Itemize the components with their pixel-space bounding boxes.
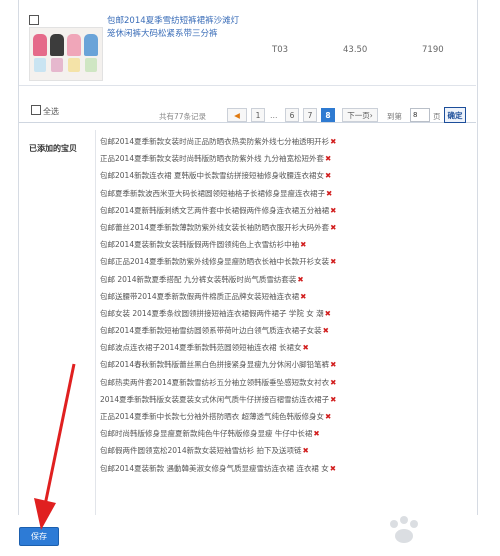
item-title: 包邮2014春秋新款韩版蕾丝黑白色拼接紧身显瘦九分休闲小脚铅笔裤 (100, 360, 330, 370)
list-item: 包邮女装 2014夏季条纹圆领拼接短袖连衣裙假两件裙子 学院 女 潮✖ (100, 305, 472, 322)
red-arrow-icon (34, 363, 76, 530)
remove-x-icon[interactable]: ✖ (330, 378, 336, 387)
pager-row (19, 86, 476, 123)
item-title: 包邮女装 2014夏季条纹圆领拼接短袖连衣裙假两件裙子 学院 女 潮 (100, 308, 324, 318)
page-ellipsis: … (270, 111, 278, 120)
page-8-current[interactable]: 8 (321, 108, 335, 122)
item-title: 包邮2014夏季新款女装时尚正品防晒衣热卖防紫外线七分袖透明开衫 (100, 137, 330, 146)
item-title: 包邮假两件圆领宽松2014新款女装短袖雪纺衫 拍下及送项链 (100, 446, 302, 456)
watermark-paw-icon (390, 516, 418, 543)
list-item: 包邮2014夏装新款 遇動韓美淑女修身气质显瘦雪纺连衣裙 连衣裙 女✖ (100, 460, 472, 477)
remove-x-icon[interactable]: ✖ (325, 171, 331, 180)
page-1-button[interactable]: 1 (251, 108, 265, 122)
item-title: 包邮送腰带2014夏季新款假两件棉质正品牌女装短袖连衣裙 (100, 291, 300, 301)
item-title: 包邮波点连衣裙子2014夏季新款韩范圆领短袖连衣裙 长裙女 (100, 343, 302, 353)
item-title: 包邮2014夏新韩版刺绣文艺两件套中长裙假两件修身连衣裙五分袖裙 (100, 205, 330, 215)
remove-x-icon[interactable]: ✖ (300, 240, 306, 249)
goto-label: 到第 (387, 112, 402, 121)
next-page-button[interactable]: 下一页› (342, 108, 378, 122)
remove-x-icon[interactable]: ✖ (325, 309, 331, 318)
list-item: 2014夏季新款韩版女装夏装女式休闲气质牛仔拼接百褶雪纺连衣裙子✖ (100, 391, 472, 408)
list-item: 正品2014夏季新中长款七分袖外搭防晒衣 超薄透气纯色韩版修身女✖ (100, 408, 472, 425)
remove-x-icon[interactable]: ✖ (302, 343, 308, 352)
next-page-label: 下一页 (347, 111, 370, 120)
total-records: 共有77条记录 (159, 112, 207, 121)
remove-x-icon[interactable]: ✖ (302, 446, 308, 455)
product-title-link[interactable]: 包邮2014夏季雪纺短裤裙裤沙滩灯笼休闲裤大码松紧系带三分裤 (107, 15, 247, 41)
remove-x-icon[interactable]: ✖ (325, 154, 331, 163)
product-thumbnail[interactable] (29, 27, 103, 81)
remove-x-icon[interactable]: ✖ (325, 412, 331, 421)
item-title: 包邮2014新款连衣裙 夏韩版中长款雪纺拼接短袖修身收腰连衣裙女 (100, 171, 324, 181)
item-title: 包邮蕾丝2014夏季新款薄款防紫外线女装长袖防晒衣服开衫大码外套 (100, 222, 330, 232)
remove-x-icon[interactable]: ✖ (326, 189, 332, 198)
list-item: 包邮2014春秋新款韩版蕾丝黑白色拼接紧身显瘦九分休闲小脚铅笔裤✖ (100, 356, 472, 373)
item-title: 包邮2014夏装新款女装韩版假两件圆领纯色上衣雪纺衫中袖 (100, 240, 300, 250)
remove-x-icon[interactable]: ✖ (313, 429, 319, 438)
remove-x-icon[interactable]: ✖ (330, 360, 336, 369)
remove-x-icon[interactable]: ✖ (330, 137, 336, 146)
list-item: 包邮正品2014夏季新款防紫外线修身显瘦防晒衣长袖中长款开衫女装✖ (100, 253, 472, 270)
product-code: T03 (272, 45, 289, 55)
item-title: 包邮夏季新款波西米亚大码长裙圆领短袖格子长裙修身显瘦连衣裙子 (100, 188, 325, 198)
item-title: 正品2014夏季新中长款七分袖外搭防晒衣 超薄透气纯色韩版修身女 (100, 412, 324, 421)
remove-x-icon[interactable]: ✖ (297, 275, 303, 284)
chevron-right-icon: › (369, 111, 373, 120)
remove-x-icon[interactable]: ✖ (330, 206, 336, 215)
list-item: 包邮假两件圆领宽松2014新款女装短袖雪纺衫 拍下及送项链✖ (100, 442, 472, 459)
list-item: 包邮2014夏新韩版刺绣文艺两件套中长裙假两件修身连衣裙五分袖裙✖ (100, 202, 472, 219)
remove-x-icon[interactable]: ✖ (330, 223, 336, 232)
product-checkbox[interactable] (29, 15, 39, 25)
item-title: 正品2014夏季新款女装时尚韩版防晒衣防紫外线 九分袖宽松短外套 (100, 154, 324, 164)
goto-suffix: 页 (433, 112, 441, 121)
list-item: 包邮热卖两件套2014夏新款雪纺衫五分袖立领韩版垂坠感短款女衬衣✖ (100, 374, 472, 391)
prev-page-button[interactable]: ◀ (227, 108, 247, 122)
list-item: 包邮夏季新款波西米亚大码长裙圆领短袖格子长裙修身显瘦连衣裙子✖ (100, 185, 472, 202)
added-items-label: 已添加的宝贝 (29, 144, 77, 153)
list-item: 包邮2014夏装新款女装韩版假两件圆领纯色上衣雪纺衫中袖✖ (100, 236, 472, 253)
list-item: 包邮送腰带2014夏季新款假两件棉质正品牌女装短袖连衣裙✖ (100, 288, 472, 305)
item-title: 包邮正品2014夏季新款防紫外线修身显瘦防晒衣长袖中长款开衫女装 (100, 257, 330, 267)
list-item: 包邮2014夏季新款女装时尚正品防晒衣热卖防紫外线七分袖透明开衫✖ (100, 133, 472, 150)
product-price: 43.50 (343, 45, 368, 55)
remove-x-icon[interactable]: ✖ (323, 326, 329, 335)
added-items-list: 包邮2014夏季新款女装时尚正品防晒衣热卖防紫外线七分袖透明开衫✖ 正品2014… (100, 133, 472, 477)
item-title: 包邮2014夏季新款短袖雪纺圆领系带荷叶边白领气质连衣裙子女装 (100, 326, 322, 336)
page-6-button[interactable]: 6 (285, 108, 299, 122)
remove-x-icon[interactable]: ✖ (330, 395, 336, 404)
item-title: 包邮2014夏装新款 遇動韓美淑女修身气质显瘦雪纺连衣裙 连衣裙 女 (100, 463, 329, 473)
list-item: 正品2014夏季新款女装时尚韩版防晒衣防紫外线 九分袖宽松短外套✖ (100, 150, 472, 167)
remove-x-icon[interactable]: ✖ (330, 464, 336, 473)
goto-page-input[interactable]: 8 (410, 108, 430, 122)
list-item: 包邮 2014新款夏季搭配 九分裤女装韩版时尚气质雪纺套装✖ (100, 271, 472, 288)
select-all-checkbox[interactable] (31, 105, 41, 115)
confirm-page-button[interactable]: 确定 (444, 107, 466, 123)
list-item: 包邮2014夏季新款短袖雪纺圆领系带荷叶边白领气质连衣裙子女装✖ (100, 322, 472, 339)
item-title: 包邮时尚韩版修身显瘦夏新款纯色牛仔韩版修身显瘦 牛仔中长裙 (100, 429, 313, 439)
remove-x-icon[interactable]: ✖ (300, 292, 306, 301)
item-title: 2014夏季新款韩版女装夏装女式休闲气质牛仔拼接百褶雪纺连衣裙子 (100, 394, 330, 404)
select-all-label[interactable]: 全选 (43, 106, 59, 117)
list-item: 包邮时尚韩版修身显瘦夏新款纯色牛仔韩版修身显瘦 牛仔中长裙✖ (100, 425, 472, 442)
list-item: 包邮2014新款连衣裙 夏韩版中长款雪纺拼接短袖修身收腰连衣裙女✖ (100, 167, 472, 184)
item-title: 包邮 2014新款夏季搭配 九分裤女装韩版时尚气质雪纺套装 (100, 274, 297, 284)
item-title: 包邮热卖两件套2014夏新款雪纺衫五分袖立领韩版垂坠感短款女衬衣 (100, 377, 330, 387)
list-item: 包邮波点连衣裙子2014夏季新款韩范圆领短袖连衣裙 长裙女✖ (100, 339, 472, 356)
page-7-button[interactable]: 7 (303, 108, 317, 122)
product-stock: 7190 (422, 45, 444, 55)
remove-x-icon[interactable]: ✖ (330, 257, 336, 266)
list-item: 包邮蕾丝2014夏季新款薄款防紫外线女装长袖防晒衣服开衫大码外套✖ (100, 219, 472, 236)
